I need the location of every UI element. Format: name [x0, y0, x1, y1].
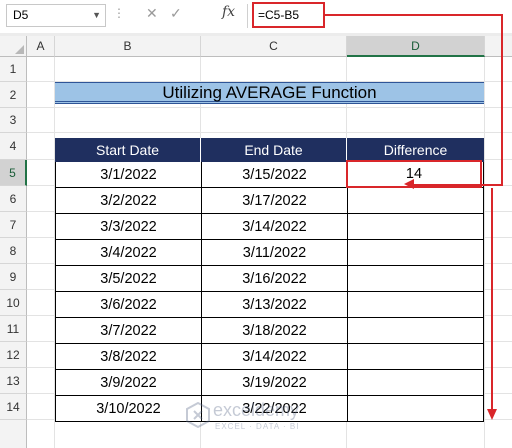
cell-end-date[interactable]: 3/16/2022 [201, 266, 347, 292]
enter-icon[interactable]: ✓ [170, 5, 182, 22]
row-header-14[interactable]: 14 [0, 394, 27, 420]
cell-end-date[interactable]: 3/13/2022 [201, 292, 347, 318]
cell-end-date[interactable]: 3/19/2022 [201, 370, 347, 396]
header-end-date[interactable]: End Date [201, 138, 347, 162]
gridline [484, 57, 485, 448]
cell-start-date[interactable]: 3/2/2022 [55, 188, 201, 214]
annotation-line [325, 14, 503, 16]
formula-input[interactable]: =C5-B5 [252, 2, 325, 28]
name-box-value: D5 [13, 8, 29, 22]
column-header-d[interactable]: D [347, 36, 485, 57]
formula-bar: D5 ▼ ⋮ ✕ ✓ fx =C5-B5 [0, 0, 512, 33]
select-all-corner[interactable] [0, 36, 27, 57]
more-options-icon[interactable]: ⋮ [113, 6, 125, 20]
exceldemy-logo-icon [186, 402, 210, 428]
row-header-10[interactable]: 10 [0, 290, 27, 316]
row-header-7[interactable]: 7 [0, 212, 27, 238]
cell-difference[interactable] [347, 266, 484, 292]
cell-end-date[interactable]: 3/15/2022 [201, 162, 347, 188]
cell-end-date[interactable]: 3/14/2022 [201, 344, 347, 370]
cell-difference[interactable] [347, 344, 484, 370]
row-header-8[interactable]: 8 [0, 238, 27, 264]
cell-start-date[interactable]: 3/10/2022 [55, 396, 201, 422]
worksheet-grid[interactable]: A B C D 1 2 3 4 5 6 7 8 9 10 11 12 13 14… [0, 36, 512, 448]
row-header-9[interactable]: 9 [0, 264, 27, 290]
row-header-12[interactable]: 12 [0, 342, 27, 368]
gridline [27, 107, 512, 108]
cell-difference[interactable] [347, 370, 484, 396]
row-header-3[interactable]: 3 [0, 108, 27, 133]
annotation-line [501, 14, 503, 186]
cell-start-date[interactable]: 3/6/2022 [55, 292, 201, 318]
arrow-left-icon [404, 179, 414, 189]
cell-end-date[interactable]: 3/11/2022 [201, 240, 347, 266]
row-header-6[interactable]: 6 [0, 186, 27, 212]
cell-start-date[interactable]: 3/3/2022 [55, 214, 201, 240]
name-box[interactable]: D5 ▼ [6, 4, 106, 27]
cell-start-date[interactable]: 3/5/2022 [55, 266, 201, 292]
cell-end-date[interactable]: 3/18/2022 [201, 318, 347, 344]
cell-start-date[interactable]: 3/4/2022 [55, 240, 201, 266]
cell-difference[interactable] [347, 318, 484, 344]
watermark-tagline: EXCEL · DATA · BI [215, 422, 300, 431]
cell-start-date[interactable]: 3/9/2022 [55, 370, 201, 396]
row-header-2[interactable]: 2 [0, 82, 27, 108]
row-header-15[interactable] [0, 420, 27, 448]
annotation-line [412, 184, 503, 186]
column-header-b[interactable]: B [55, 36, 201, 57]
cell-end-date[interactable]: 3/14/2022 [201, 214, 347, 240]
row-header-5[interactable]: 5 [0, 160, 27, 186]
cell-difference[interactable] [347, 292, 484, 318]
sheet-title[interactable]: Utilizing AVERAGE Function [55, 82, 484, 104]
header-difference[interactable]: Difference [347, 138, 484, 162]
column-header-a[interactable]: A [27, 36, 55, 57]
gridline [27, 132, 512, 133]
watermark: exceldemy EXCEL · DATA · BI [185, 398, 325, 438]
cell-start-date[interactable]: 3/8/2022 [55, 344, 201, 370]
arrow-down-icon [487, 409, 497, 420]
cancel-icon[interactable]: ✕ [146, 5, 158, 22]
select-all-icon [15, 45, 24, 54]
row-header-4[interactable]: 4 [0, 133, 27, 160]
cell-difference[interactable] [347, 240, 484, 266]
cell-difference[interactable] [347, 188, 484, 214]
cell-start-date[interactable]: 3/7/2022 [55, 318, 201, 344]
column-header-c[interactable]: C [201, 36, 347, 57]
insert-function-icon[interactable]: fx [222, 4, 235, 20]
column-header-e[interactable] [485, 36, 512, 57]
watermark-name: exceldemy [213, 400, 300, 420]
cell-difference[interactable] [347, 396, 484, 422]
row-header-1[interactable]: 1 [0, 57, 27, 82]
header-start-date[interactable]: Start Date [55, 138, 201, 162]
cell-end-date[interactable]: 3/17/2022 [201, 188, 347, 214]
cell-start-date[interactable]: 3/1/2022 [55, 162, 201, 188]
formula-bar-divider [247, 4, 248, 28]
row-header-13[interactable]: 13 [0, 368, 27, 394]
dropdown-arrow-icon[interactable]: ▼ [92, 5, 101, 26]
row-header-11[interactable]: 11 [0, 316, 27, 342]
fill-down-arrow-line [491, 188, 493, 410]
active-cell-value[interactable]: 14 [350, 162, 478, 186]
cell-difference[interactable] [347, 214, 484, 240]
